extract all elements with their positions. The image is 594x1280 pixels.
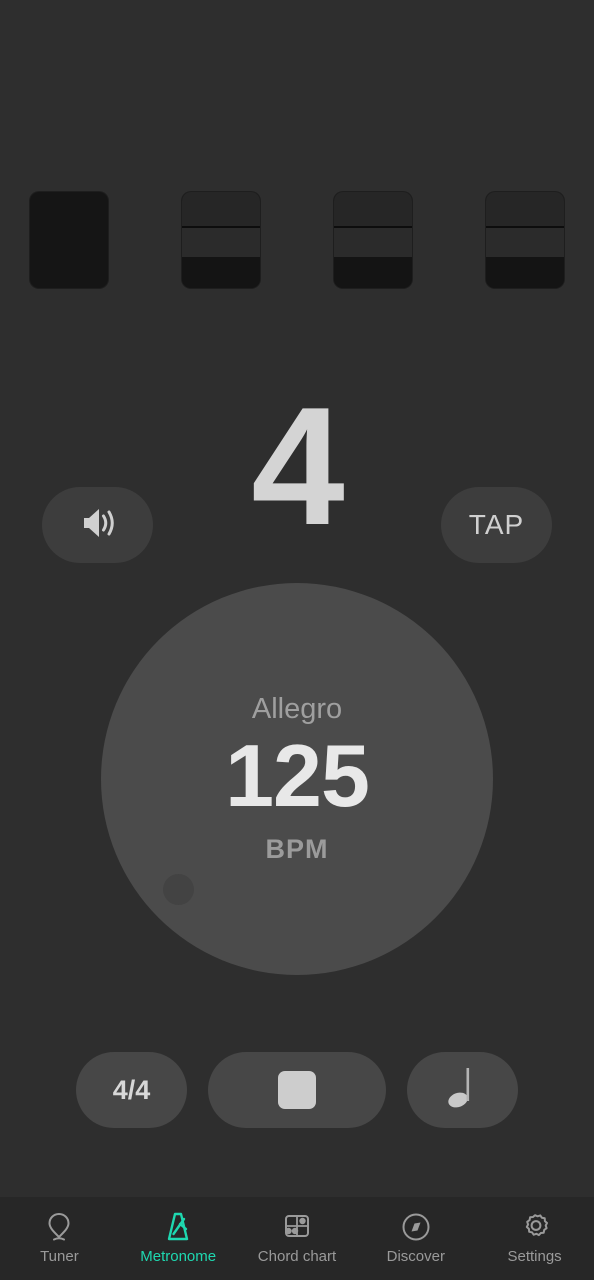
metronome-icon [164, 1212, 192, 1242]
beat-segment-mid [486, 228, 564, 258]
play-stop-button[interactable] [208, 1052, 386, 1128]
note-value-button[interactable] [407, 1052, 518, 1128]
dial-knob-handle[interactable] [163, 874, 194, 905]
beat-segment-bottom [30, 257, 108, 288]
gear-icon [520, 1212, 550, 1242]
bpm-dial[interactable]: Allegro 125 BPM [101, 583, 493, 975]
nav-item-metronome[interactable]: Metronome [119, 1212, 238, 1265]
beat-segment-top [334, 192, 412, 229]
bpm-value: 125 [225, 726, 370, 825]
metronome-screen: 4 TAP Allegro 125 BPM 4/4 Tuner Metronom… [0, 0, 594, 1280]
tempo-marking-label: Allegro [251, 693, 343, 725]
nav-item-settings[interactable]: Settings [475, 1212, 594, 1265]
compass-icon [401, 1212, 431, 1242]
speaker-volume-icon [76, 503, 120, 548]
nav-label-metronome: Metronome [140, 1248, 217, 1265]
tuning-fork-pin-icon [46, 1212, 72, 1242]
beat-segment-top [486, 192, 564, 229]
beat-segment-top [182, 192, 260, 229]
chord-grid-icon [282, 1212, 312, 1242]
transport-controls: 4/4 [0, 1052, 594, 1128]
nav-label-settings: Settings [507, 1248, 562, 1265]
bottom-navigation: Tuner Metronome Chord chart Discover Set… [0, 1197, 594, 1280]
nav-label-discover: Discover [386, 1248, 445, 1265]
nav-item-discover[interactable]: Discover [356, 1212, 475, 1265]
time-signature-button[interactable]: 4/4 [76, 1052, 187, 1128]
time-signature-label: 4/4 [112, 1074, 151, 1105]
stop-square-icon [278, 1071, 316, 1109]
tap-button-label: TAP [468, 509, 525, 540]
beat-indicator-row [0, 192, 594, 288]
nav-item-tuner[interactable]: Tuner [0, 1212, 119, 1265]
nav-item-chord-chart[interactable]: Chord chart [238, 1212, 357, 1265]
beat-segment-bottom [334, 257, 412, 288]
beat-box-1[interactable] [30, 192, 108, 288]
beat-segment-bottom [486, 257, 564, 288]
nav-label-chord-chart: Chord chart [257, 1248, 337, 1265]
beat-segment-bottom [182, 257, 260, 288]
tap-tempo-button[interactable]: TAP [441, 487, 552, 563]
beat-box-4[interactable] [486, 192, 564, 288]
quarter-note-icon [446, 1063, 480, 1118]
bpm-dial-wrapper[interactable]: Allegro 125 BPM [101, 583, 493, 975]
bpm-unit-label: BPM [265, 834, 329, 864]
beat-segment-top [30, 192, 108, 228]
beat-segment-mid [30, 228, 108, 257]
nav-label-tuner: Tuner [40, 1248, 79, 1265]
beat-segment-mid [182, 228, 260, 258]
beat-segment-mid [334, 228, 412, 258]
beat-box-2[interactable] [182, 192, 260, 288]
beat-box-3[interactable] [334, 192, 412, 288]
sound-toggle-button[interactable] [42, 487, 153, 563]
